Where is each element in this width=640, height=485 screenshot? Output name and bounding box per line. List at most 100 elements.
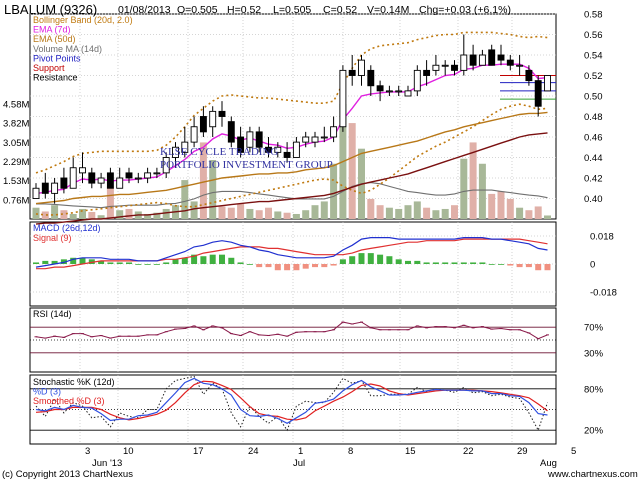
price-legend-item: Volume MA (14d) — [33, 44, 102, 54]
macd-histogram-bar — [153, 264, 160, 265]
watermark-line-1: KLSE CYCLE TRADING — [160, 146, 278, 158]
volume-bar — [441, 208, 449, 219]
macd-y-tick: 0.018 — [590, 232, 614, 243]
macd-histogram-bar — [302, 264, 309, 269]
candle-body — [516, 64, 524, 67]
x-tick-label: 15 — [405, 446, 416, 457]
volume-bar — [255, 210, 263, 219]
macd-histogram-bar — [349, 256, 356, 264]
volume-bar — [478, 163, 486, 219]
volume-tick: 3.82M — [3, 119, 29, 130]
price-legend-item: EMA (7d) — [33, 25, 71, 35]
candle-body — [69, 167, 77, 189]
volume-bar — [320, 201, 328, 219]
macd-histogram-bar — [386, 256, 393, 264]
volume-bar — [404, 205, 412, 219]
price-legend-item: EMA (50d) — [33, 34, 76, 44]
volume-bar — [348, 123, 356, 219]
volume-bar — [237, 203, 245, 219]
macd-histogram-bar — [172, 259, 179, 264]
macd-histogram-bar — [395, 259, 402, 264]
candle-body — [469, 54, 477, 66]
stochastic-legend-item: Smoothed %D (3) — [33, 396, 105, 406]
volume-tick: 0.76M — [3, 195, 29, 206]
price-y-tick: 0.46 — [584, 133, 603, 144]
stochastic-legend-item: %D (3) — [33, 387, 61, 397]
candle-body — [79, 167, 86, 174]
macd-histogram-bar — [498, 264, 504, 265]
macd-histogram-bar — [414, 260, 421, 264]
candle-body — [116, 177, 124, 189]
candle-body — [32, 187, 40, 199]
x-tick-label: 1 — [298, 446, 303, 457]
candle-body — [153, 172, 161, 175]
macd-histogram-bar — [135, 264, 142, 265]
macd-histogram-bar — [42, 260, 49, 264]
volume-bar — [497, 191, 505, 219]
x-tick-label: 5 — [571, 446, 576, 457]
macd-histogram-bar — [432, 262, 439, 264]
candle-body — [134, 177, 142, 180]
macd-histogram-bar — [256, 264, 263, 268]
candle-body — [423, 69, 431, 76]
candle-body — [404, 90, 412, 97]
macd-histogram-bar — [209, 254, 216, 264]
volume-bar — [274, 211, 282, 219]
volume-bar — [367, 198, 375, 219]
candle-body — [367, 69, 375, 87]
x-tick-label: 29 — [517, 446, 528, 457]
candle-body — [488, 49, 496, 66]
macd-histogram-bar — [126, 262, 132, 264]
volume-tick: 3.05M — [3, 138, 29, 149]
candle-body — [385, 90, 393, 93]
macd-legend-item: Signal (9) — [33, 233, 72, 243]
volume-bar — [385, 207, 393, 219]
price-legend-item: Resistance — [33, 73, 78, 83]
macd-histogram-bar — [228, 257, 235, 264]
macd-legend-item: MACD (26d,12d) — [33, 223, 101, 233]
x-month-label: Jun '13 — [92, 458, 122, 469]
candle-body — [451, 64, 458, 71]
price-y-tick: 0.50 — [584, 92, 603, 103]
macd-histogram-bar — [246, 264, 253, 265]
stochastic-legend-item: Stochastic %K (12d) — [33, 377, 115, 387]
x-month-label: Jul — [293, 458, 305, 469]
candle-body — [413, 69, 421, 92]
macd-histogram-bar — [479, 262, 486, 264]
candle-body — [302, 136, 310, 143]
price-legend-item: Bollinger Band (20d, 2.0) — [33, 15, 133, 25]
volume-tick: 4.58M — [3, 100, 29, 111]
volume-bar — [330, 163, 338, 219]
candle-body — [497, 54, 505, 61]
volume-bar — [516, 207, 524, 219]
macd-histogram-bar — [163, 262, 170, 264]
candle-body — [199, 116, 207, 133]
macd-histogram-bar — [470, 262, 477, 264]
candle-body — [255, 131, 263, 148]
stochastic-y-tick: 80% — [584, 384, 604, 395]
stock-chart: LBALUM (9326) 01/08/2013 O=0.505 H=0.52 … — [0, 0, 640, 480]
macd-histogram-bar — [423, 262, 430, 264]
volume-bar — [32, 207, 40, 219]
candle-body — [60, 177, 68, 189]
volume-bar — [544, 215, 551, 219]
candle-body — [478, 54, 486, 66]
candle-body — [534, 80, 542, 107]
candle-body — [51, 182, 59, 194]
chart-window: LBALUM (9326) 01/08/2013 O=0.505 H=0.52 … — [0, 0, 640, 480]
macd-histogram-bar — [339, 259, 346, 264]
footer-copyright: (c) Copyright 2013 ChartNexus — [2, 469, 133, 480]
volume-tick: 2.29M — [3, 157, 29, 168]
candle-body — [544, 75, 551, 92]
macd-histogram-bar — [525, 264, 532, 268]
price-y-tick: 0.52 — [584, 71, 603, 82]
macd-histogram-bar — [237, 262, 244, 264]
candle-body — [358, 59, 365, 76]
macd-histogram-bar — [293, 264, 300, 271]
volume-bar — [506, 198, 514, 219]
x-tick-label: 10 — [123, 446, 134, 457]
volume-bar — [88, 211, 96, 219]
candle-body — [106, 172, 114, 189]
candle-body — [144, 172, 152, 179]
footer-url: www.chartnexus.com — [547, 469, 638, 480]
